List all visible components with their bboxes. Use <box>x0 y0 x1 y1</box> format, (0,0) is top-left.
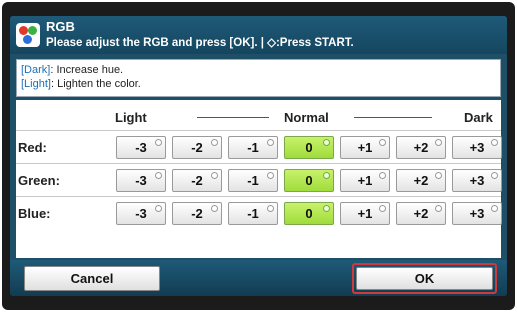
level-button-label: 0 <box>305 173 313 188</box>
scale-dark-label: Dark <box>464 110 493 125</box>
scale-line-right <box>354 117 432 118</box>
level-button-label: +3 <box>469 140 485 155</box>
indicator-icon <box>379 172 386 179</box>
indicator-icon <box>491 139 498 146</box>
level-button-label: +1 <box>357 206 373 221</box>
channel-label: Red: <box>18 140 47 155</box>
indicator-icon <box>155 139 162 146</box>
level-button-label: +1 <box>357 140 373 155</box>
ok-button[interactable]: OK <box>356 267 493 290</box>
title-bar: RGB Please adjust the RGB and press [OK]… <box>10 16 507 54</box>
level-button[interactable]: +3 <box>452 202 502 225</box>
indicator-icon <box>267 172 274 179</box>
level-button-label: 0 <box>305 206 313 221</box>
indicator-icon <box>379 139 386 146</box>
level-button-label: -2 <box>191 206 203 221</box>
level-button[interactable]: -3 <box>116 136 166 159</box>
red-dot <box>19 26 28 35</box>
indicator-icon <box>435 139 442 146</box>
level-button-label: +1 <box>357 173 373 188</box>
channel-row: Red: -3 -2 -1 0 +1 +2 +3 <box>16 130 502 164</box>
level-button-label: +2 <box>413 140 429 155</box>
level-button-label: -3 <box>135 173 147 188</box>
level-button-label: +2 <box>413 206 429 221</box>
cancel-button[interactable]: Cancel <box>24 266 160 291</box>
blue-dot <box>23 35 32 44</box>
info-line-light: [Light]: Lighten the color. <box>21 78 141 90</box>
indicator-icon <box>211 139 218 146</box>
level-button-label: -1 <box>247 206 259 221</box>
channel-row: Green: -3 -2 -1 0 +1 +2 +3 <box>16 163 502 197</box>
level-button[interactable]: +1 <box>340 136 390 159</box>
level-button[interactable]: +1 <box>340 169 390 192</box>
level-button-label: -1 <box>247 140 259 155</box>
indicator-icon <box>491 172 498 179</box>
level-button[interactable]: +3 <box>452 136 502 159</box>
level-button[interactable]: -3 <box>116 202 166 225</box>
indicator-icon <box>155 205 162 212</box>
level-button[interactable]: 0 <box>284 202 334 225</box>
indicator-icon <box>267 205 274 212</box>
indicator-icon <box>211 172 218 179</box>
ok-button-focus[interactable]: OK <box>352 263 497 294</box>
scale-line-left <box>197 117 269 118</box>
indicator-icon <box>323 172 330 179</box>
indicator-icon <box>211 205 218 212</box>
level-button[interactable]: 0 <box>284 136 334 159</box>
indicator-icon <box>435 205 442 212</box>
level-button-label: -2 <box>191 173 203 188</box>
level-button[interactable]: +3 <box>452 169 502 192</box>
info-box: [Dark]: Increase hue. [Light]: Lighten t… <box>16 59 501 97</box>
level-button[interactable]: -1 <box>228 169 278 192</box>
indicator-icon <box>435 172 442 179</box>
scale-normal-label: Normal <box>284 110 329 125</box>
info-tag: [Light] <box>21 78 51 90</box>
level-button[interactable]: -3 <box>116 169 166 192</box>
level-button[interactable]: +2 <box>396 202 446 225</box>
level-button-label: -2 <box>191 140 203 155</box>
info-text: : Lighten the color. <box>50 78 141 90</box>
level-button[interactable]: -2 <box>172 136 222 159</box>
indicator-icon <box>155 172 162 179</box>
rgb-color-dots-icon <box>16 23 40 47</box>
channel-label: Green: <box>18 173 60 188</box>
level-button[interactable]: -1 <box>228 202 278 225</box>
green-dot <box>28 26 37 35</box>
level-button-label: -1 <box>247 173 259 188</box>
info-tag: [Dark] <box>21 64 51 76</box>
adjustment-panel: Light Normal Dark Red: -3 -2 -1 0 +1 +2 +3 Green… <box>16 100 502 258</box>
bottom-bar: Cancel OK <box>10 260 507 296</box>
indicator-icon <box>323 205 330 212</box>
info-line-dark: [Dark]: Increase hue. <box>21 64 123 76</box>
level-button[interactable]: -1 <box>228 136 278 159</box>
indicator-icon <box>379 205 386 212</box>
page-title: RGB <box>46 19 75 34</box>
level-button-label: -3 <box>135 140 147 155</box>
scale-header: Light Normal Dark <box>16 104 501 128</box>
level-button-label: +2 <box>413 173 429 188</box>
indicator-icon <box>267 139 274 146</box>
indicator-icon <box>491 205 498 212</box>
instruction-text: Please adjust the RGB and press [OK]. | … <box>46 37 354 49</box>
level-button-label: +3 <box>469 206 485 221</box>
level-button-label: -3 <box>135 206 147 221</box>
touch-screen: RGB Please adjust the RGB and press [OK]… <box>10 16 507 296</box>
level-button[interactable]: +2 <box>396 169 446 192</box>
level-button-label: +3 <box>469 173 485 188</box>
channel-label: Blue: <box>18 206 51 221</box>
info-text: : Increase hue. <box>50 64 124 76</box>
level-button[interactable]: -2 <box>172 202 222 225</box>
level-button[interactable]: -2 <box>172 169 222 192</box>
indicator-icon <box>323 139 330 146</box>
level-button[interactable]: +2 <box>396 136 446 159</box>
level-button[interactable]: +1 <box>340 202 390 225</box>
level-button-label: 0 <box>305 140 313 155</box>
scale-light-label: Light <box>115 110 147 125</box>
channel-row: Blue: -3 -2 -1 0 +1 +2 +3 <box>16 196 502 230</box>
level-button[interactable]: 0 <box>284 169 334 192</box>
